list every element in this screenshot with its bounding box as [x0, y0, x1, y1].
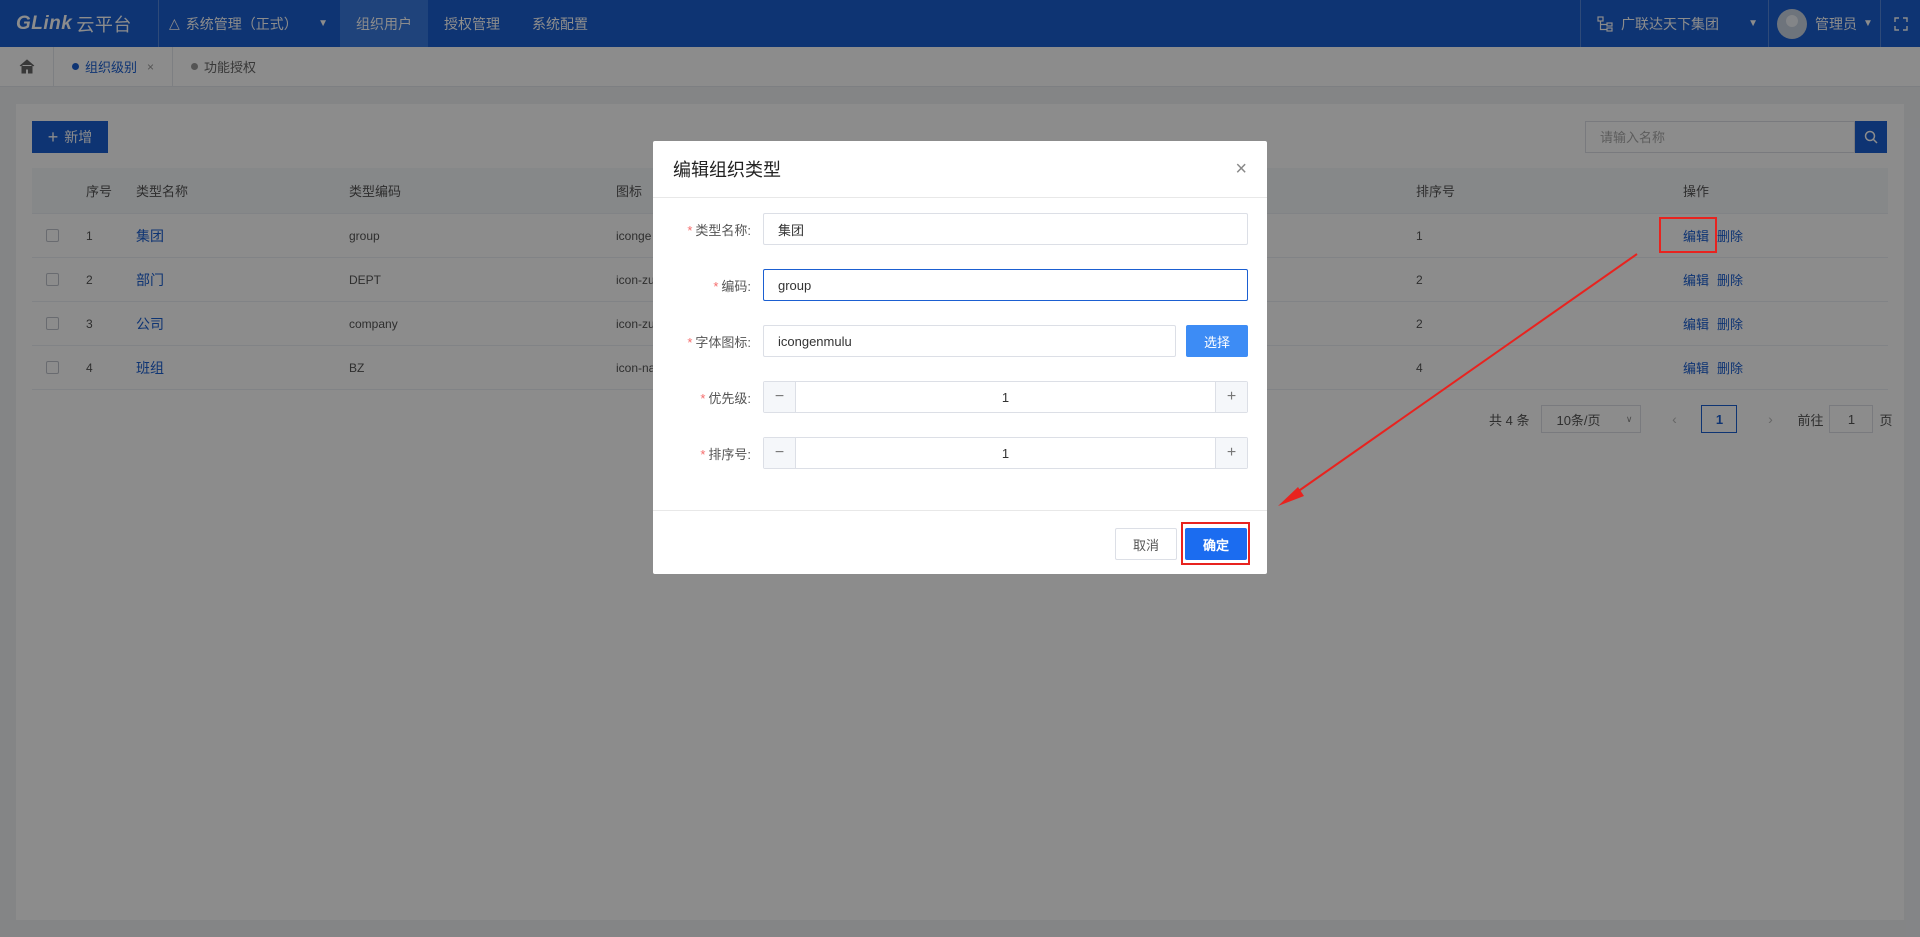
- code-input[interactable]: [763, 269, 1248, 301]
- sort-value[interactable]: 1: [796, 446, 1215, 461]
- sort-stepper: − 1 +: [763, 437, 1248, 469]
- priority-value[interactable]: 1: [796, 390, 1215, 405]
- form-label: * 排序号:: [700, 446, 751, 462]
- form-row-code: * 编码:: [653, 269, 1248, 301]
- form-label: * 编码:: [713, 278, 751, 294]
- minus-icon[interactable]: −: [764, 382, 796, 412]
- modal-title: 编辑组织类型: [673, 160, 781, 180]
- name-label: 类型名称:: [695, 222, 751, 238]
- form-row-sort: * 排序号: − 1 +: [653, 437, 1248, 469]
- form-row-icon: *字体图标: 选择: [653, 325, 1248, 357]
- annotation-box-confirm: [1181, 522, 1250, 565]
- minus-icon[interactable]: −: [764, 438, 796, 468]
- form-label: * 字体图标:: [687, 334, 751, 350]
- priority-stepper: − 1 +: [763, 381, 1248, 413]
- form-row-priority: * 优先级: − 1 +: [653, 381, 1248, 413]
- plus-icon[interactable]: +: [1215, 438, 1247, 468]
- form-label: * 类型名称:: [687, 222, 751, 238]
- form-row-name: * 类型名称:: [653, 213, 1248, 245]
- icon-label: 字体图标:: [695, 334, 751, 350]
- type-name-input[interactable]: [763, 213, 1248, 245]
- plus-icon[interactable]: +: [1215, 382, 1247, 412]
- cancel-button[interactable]: 取消: [1115, 528, 1177, 560]
- modal-footer: 取消 确定: [653, 510, 1267, 574]
- form-label: * 优先级:: [700, 390, 751, 406]
- close-icon[interactable]: ×: [1235, 159, 1247, 179]
- font-icon-input[interactable]: [763, 325, 1176, 357]
- modal-header: 编辑组织类型 ×: [653, 141, 1267, 198]
- priority-label: 优先级:: [708, 390, 751, 406]
- annotation-box-edit: [1659, 217, 1717, 253]
- choose-icon-button[interactable]: 选择: [1186, 325, 1248, 357]
- code-label: 编码:: [721, 278, 751, 294]
- sort-label: 排序号:: [708, 446, 751, 462]
- edit-type-modal: 编辑组织类型 × *类型名称: *编码: *字体图标: 选择 *优先级: − 1…: [653, 141, 1267, 574]
